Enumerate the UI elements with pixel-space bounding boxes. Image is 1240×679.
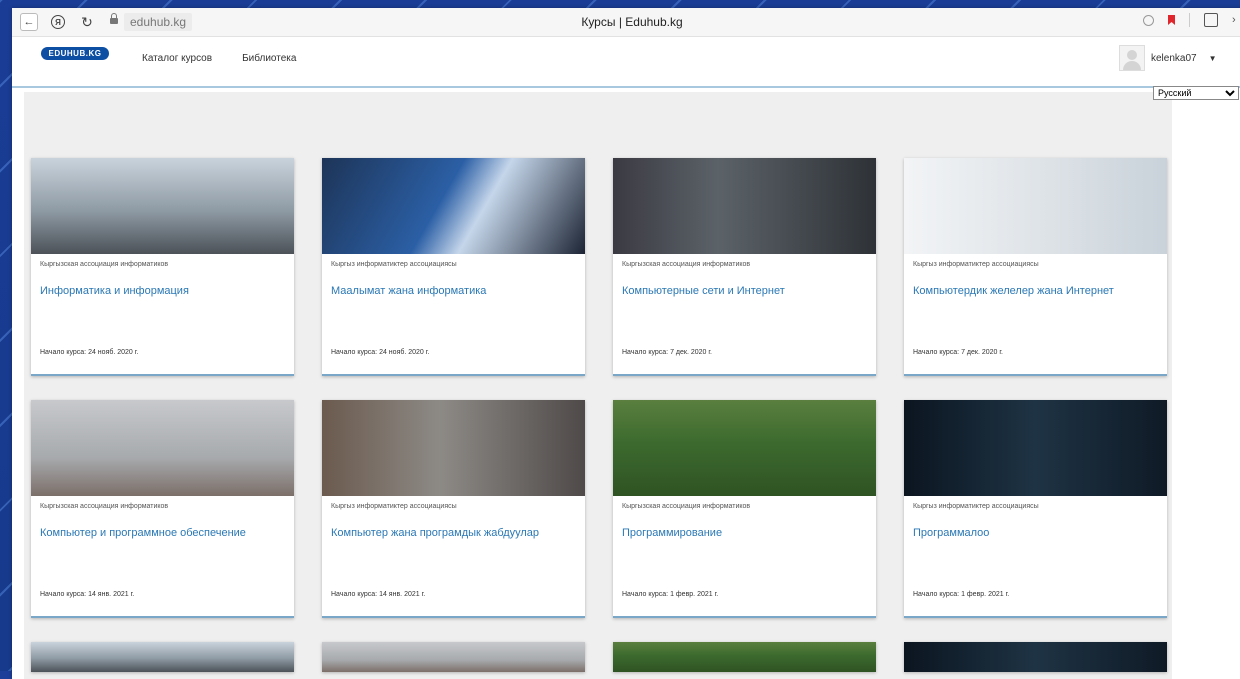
course-title[interactable]: Информатика и информация [40,285,189,297]
course-organization: Кыргыз информатиктер ассоциациясы [331,261,457,268]
course-image[interactable] [322,642,585,672]
bookmark-icon[interactable] [1168,15,1175,25]
course-title[interactable]: Маалымат жана информатика [331,285,486,297]
course-organization: Кыргыз информатиктер ассоциациясы [913,261,1039,268]
course-start-date: Начало курса: 1 февр. 2021 г. [913,591,1010,598]
course-card[interactable]: Кыргыз информатиктер ассоциациясы Маалыма… [322,158,585,376]
course-card[interactable]: Кыргызская ассоциация информатиков Информ… [31,158,294,376]
course-start-date: Начало курса: 14 янв. 2021 г. [331,591,426,598]
course-start-date: Начало курса: 14 янв. 2021 г. [40,591,135,598]
course-organization: Кыргыз информатиктер ассоциациясы [913,503,1039,510]
course-start-date: Начало курса: 1 февр. 2021 г. [622,591,719,598]
course-image[interactable] [904,400,1167,496]
course-organization: Кыргызская ассоциация информатиков [622,261,751,268]
language-select[interactable]: Русский [1153,86,1239,100]
course-card[interactable]: Кыргыз информатиктер ассоциациясы Компьют… [904,158,1167,376]
course-organization: Кыргызская ассоциация информатиков [40,503,169,510]
course-image[interactable] [31,642,294,672]
course-title[interactable]: Компьютер жана програмдык жабдуулар [331,527,539,539]
nav-course-catalog[interactable]: Каталог курсов [142,53,212,64]
caret-down-icon[interactable]: ▼ [1209,54,1217,63]
eduhub-logo[interactable]: EDUHUB.KG [41,47,109,60]
course-image[interactable] [31,158,294,254]
course-title[interactable]: Компьютер и программное обеспечение [40,527,246,539]
course-image[interactable] [904,642,1167,672]
more-icon[interactable]: › [1232,14,1240,26]
course-card-partial[interactable] [904,642,1167,672]
course-card-partial[interactable] [31,642,294,672]
course-title[interactable]: Программирование [622,527,722,539]
course-title[interactable]: Программалоо [913,527,989,539]
course-start-date: Начало курса: 24 нояб. 2020 г. [331,349,430,356]
course-image[interactable] [322,158,585,254]
extensions-icon[interactable] [1204,13,1218,27]
nav-library[interactable]: Библиотека [242,53,296,64]
course-card[interactable]: Кыргызская ассоциация информатиков Компью… [613,158,876,376]
course-start-date: Начало курса: 24 нояб. 2020 г. [40,349,139,356]
course-image[interactable] [322,400,585,496]
course-image[interactable] [613,642,876,672]
course-title[interactable]: Компьютердик желелер жана Интернет [913,285,1114,297]
browser-window: ← Я ↻ eduhub.kg Курсы | Eduhub.kg › EDUH… [12,8,1240,679]
course-card[interactable]: Кыргызская ассоциация информатиков Програ… [613,400,876,618]
course-start-date: Начало курса: 7 дек. 2020 г. [622,349,713,356]
main-nav: Каталог курсов Библиотека [142,53,296,64]
user-menu[interactable]: kelenka07 ▼ [1119,45,1217,71]
course-title[interactable]: Компьютерные сети и Интернет [622,285,785,297]
course-image[interactable] [31,400,294,496]
page-tab-title: Курсы | Eduhub.kg [581,15,683,29]
username[interactable]: kelenka07 [1151,53,1197,64]
course-image[interactable] [904,158,1167,254]
course-card[interactable]: Кыргыз информатиктер ассоциациясы Компьют… [322,400,585,618]
course-card[interactable]: Кыргыз информатиктер ассоциациясы Програм… [904,400,1167,618]
course-start-date: Начало курса: 7 дек. 2020 г. [913,349,1004,356]
course-organization: Кыргызская ассоциация информатиков [40,261,169,268]
browser-toolbar: ← Я ↻ eduhub.kg Курсы | Eduhub.kg › [12,8,1240,37]
search-icon[interactable] [1143,14,1154,26]
course-organization: Кыргызская ассоциация информатиков [622,503,751,510]
course-organization: Кыргыз информатиктер ассоциациясы [331,503,457,510]
course-card[interactable]: Кыргызская ассоциация информатиков Компью… [31,400,294,618]
course-image[interactable] [613,400,876,496]
site-header: EDUHUB.KG Каталог курсов Библиотека kele… [12,37,1240,88]
course-card-partial[interactable] [613,642,876,672]
course-image[interactable] [613,158,876,254]
course-card-partial[interactable] [322,642,585,672]
toolbar-divider [1189,13,1190,27]
avatar[interactable] [1119,45,1145,71]
